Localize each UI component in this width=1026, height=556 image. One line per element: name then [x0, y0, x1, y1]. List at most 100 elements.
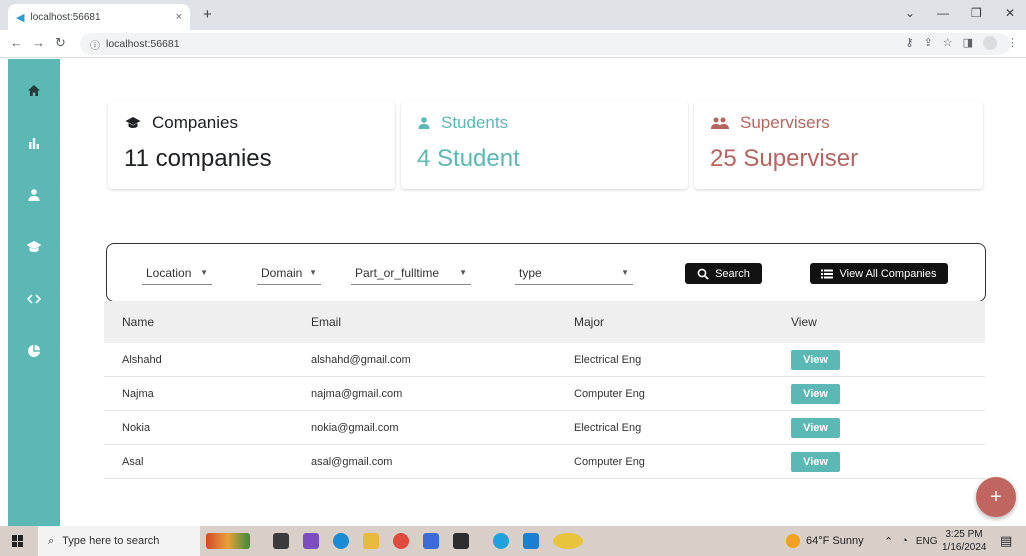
- companies-count: 11 companies: [124, 145, 272, 172]
- vscode-icon[interactable]: [523, 533, 539, 549]
- notification-icon[interactable]: ▤: [1000, 533, 1012, 549]
- side-panel-icon[interactable]: ◨: [963, 36, 973, 50]
- chili-pepper-icon: [206, 533, 250, 549]
- system-tray: ⌃ ◔ ENG: [884, 526, 938, 556]
- cell-name: Asal: [122, 455, 144, 468]
- search-icon: ⌕: [48, 534, 55, 547]
- cell-view: View: [791, 417, 985, 438]
- list-icon: [821, 269, 834, 278]
- companies-label: Companies: [152, 113, 238, 132]
- chevron-down-icon: ▼: [200, 268, 208, 277]
- chevron-up-icon[interactable]: ⌃: [884, 535, 893, 548]
- students-card-header: Students: [417, 113, 508, 133]
- windows-start-icon[interactable]: [12, 535, 24, 547]
- code-icon[interactable]: [24, 289, 44, 309]
- tab-search-icon[interactable]: ⌄: [905, 6, 915, 20]
- weather-widget[interactable]: 64°F Sunny: [786, 526, 864, 556]
- school-icon: [125, 117, 141, 128]
- part-or-fulltime-dropdown[interactable]: Part_or_fulltime ▼: [351, 261, 471, 285]
- filter-bar: Location ▼ Domain ▼ Part_or_fulltime ▼ t…: [106, 243, 986, 302]
- search-button[interactable]: Search: [685, 263, 762, 284]
- visual-studio-icon[interactable]: [303, 533, 319, 549]
- column-header-major: Major: [574, 315, 605, 329]
- domain-dropdown-label: Domain: [261, 265, 303, 280]
- table-row: Najma najma@gmail.com Computer Eng View: [104, 377, 985, 411]
- browser-tab-bar: ◀ localhost:56681 × + ⌄ — ❐ ✕: [0, 0, 1026, 30]
- view-all-companies-button[interactable]: View All Companies: [810, 263, 948, 284]
- table-header: Name Email Major View: [104, 301, 985, 343]
- school-icon[interactable]: [24, 237, 44, 257]
- person-icon[interactable]: [24, 185, 44, 205]
- clock[interactable]: 3:25 PM 1/16/2024: [942, 528, 987, 554]
- star-icon[interactable]: ☆: [943, 36, 953, 50]
- menu-dots-icon[interactable]: ⋮: [1007, 36, 1018, 50]
- site-info-icon[interactable]: ⓘ: [90, 37, 100, 52]
- network-icon[interactable]: ◔: [901, 535, 908, 547]
- cell-major: Computer Eng: [574, 387, 645, 400]
- view-button[interactable]: View: [791, 383, 840, 404]
- view-button[interactable]: View: [791, 417, 840, 438]
- key-icon[interactable]: ⚷: [905, 36, 913, 50]
- side-navigation: [8, 59, 60, 526]
- location-dropdown-label: Location: [146, 265, 192, 280]
- forward-icon[interactable]: →: [32, 35, 45, 50]
- taskbar-search-box[interactable]: ⌕ Type here to search: [38, 526, 200, 556]
- language-indicator[interactable]: ENG: [916, 536, 938, 547]
- back-icon[interactable]: ←: [10, 35, 23, 50]
- cell-name: Nokia: [122, 421, 151, 434]
- cell-view: View: [791, 383, 985, 404]
- type-dropdown[interactable]: type ▼: [515, 261, 633, 285]
- view-all-companies-label: View All Companies: [839, 267, 937, 280]
- chrome-icon[interactable]: [393, 533, 409, 549]
- view-button[interactable]: View: [791, 349, 840, 370]
- chevron-down-icon: ▼: [621, 268, 629, 277]
- taskbar-search-placeholder: Type here to search: [62, 535, 160, 547]
- cell-view: View: [791, 349, 985, 370]
- search-button-label: Search: [715, 267, 750, 280]
- cell-name: Najma: [122, 387, 154, 400]
- companies-card-header: Companies: [124, 113, 238, 133]
- bar-chart-icon[interactable]: [24, 133, 44, 153]
- store-icon[interactable]: [423, 533, 439, 549]
- add-fab-button[interactable]: +: [976, 477, 1016, 517]
- chevron-down-icon: ▼: [309, 268, 317, 277]
- chevron-down-icon: ▼: [459, 268, 467, 277]
- supervisers-label: Supervisers: [740, 113, 830, 132]
- table-row: Nokia nokia@gmail.com Electrical Eng Vie…: [104, 411, 985, 445]
- domain-dropdown[interactable]: Domain ▼: [257, 261, 321, 285]
- companies-card: Companies 11 companies: [108, 101, 395, 189]
- url-text: localhost:56681: [106, 38, 180, 50]
- cell-email: asal@gmail.com: [311, 455, 393, 468]
- new-tab-button[interactable]: +: [203, 6, 212, 23]
- minimize-button[interactable]: —: [937, 6, 949, 20]
- terminal-icon[interactable]: [453, 533, 469, 549]
- cell-name: Alshahd: [122, 353, 162, 366]
- chrome-active-icon[interactable]: [553, 533, 583, 549]
- view-button[interactable]: View: [791, 451, 840, 472]
- cell-major: Electrical Eng: [574, 421, 642, 434]
- file-explorer-icon[interactable]: [363, 533, 379, 549]
- weather-text: 64°F Sunny: [806, 535, 864, 547]
- clock-date: 1/16/2024: [942, 542, 987, 553]
- edge-icon[interactable]: [333, 533, 349, 549]
- supervisers-card-header: Supervisers: [710, 113, 830, 133]
- reload-icon[interactable]: ↻: [55, 35, 66, 51]
- address-bar-icons: ⚷ ⇪ ☆ ◨ ⋮: [905, 36, 1018, 50]
- restore-button[interactable]: ❐: [971, 6, 982, 20]
- browser-tab[interactable]: ◀ localhost:56681 ×: [8, 4, 190, 30]
- share-icon[interactable]: ⇪: [924, 36, 933, 50]
- pie-chart-icon[interactable]: [24, 341, 44, 361]
- table-row: Alshahd alshahd@gmail.com Electrical Eng…: [104, 343, 985, 377]
- url-field[interactable]: ⓘ localhost:56681: [80, 33, 1010, 55]
- profile-avatar[interactable]: [983, 36, 997, 50]
- students-count: 4 Student: [417, 145, 520, 172]
- android-studio-icon[interactable]: [493, 533, 509, 549]
- location-dropdown[interactable]: Location ▼: [142, 261, 212, 285]
- home-icon[interactable]: [24, 81, 44, 101]
- task-view-icon[interactable]: [273, 533, 289, 549]
- tab-close-icon[interactable]: ×: [176, 11, 182, 23]
- table-row: Asal asal@gmail.com Computer Eng View: [104, 445, 985, 479]
- supervisers-count: 25 Superviser: [710, 145, 859, 172]
- close-window-button[interactable]: ✕: [1005, 6, 1015, 20]
- part-or-fulltime-dropdown-label: Part_or_fulltime: [355, 265, 440, 280]
